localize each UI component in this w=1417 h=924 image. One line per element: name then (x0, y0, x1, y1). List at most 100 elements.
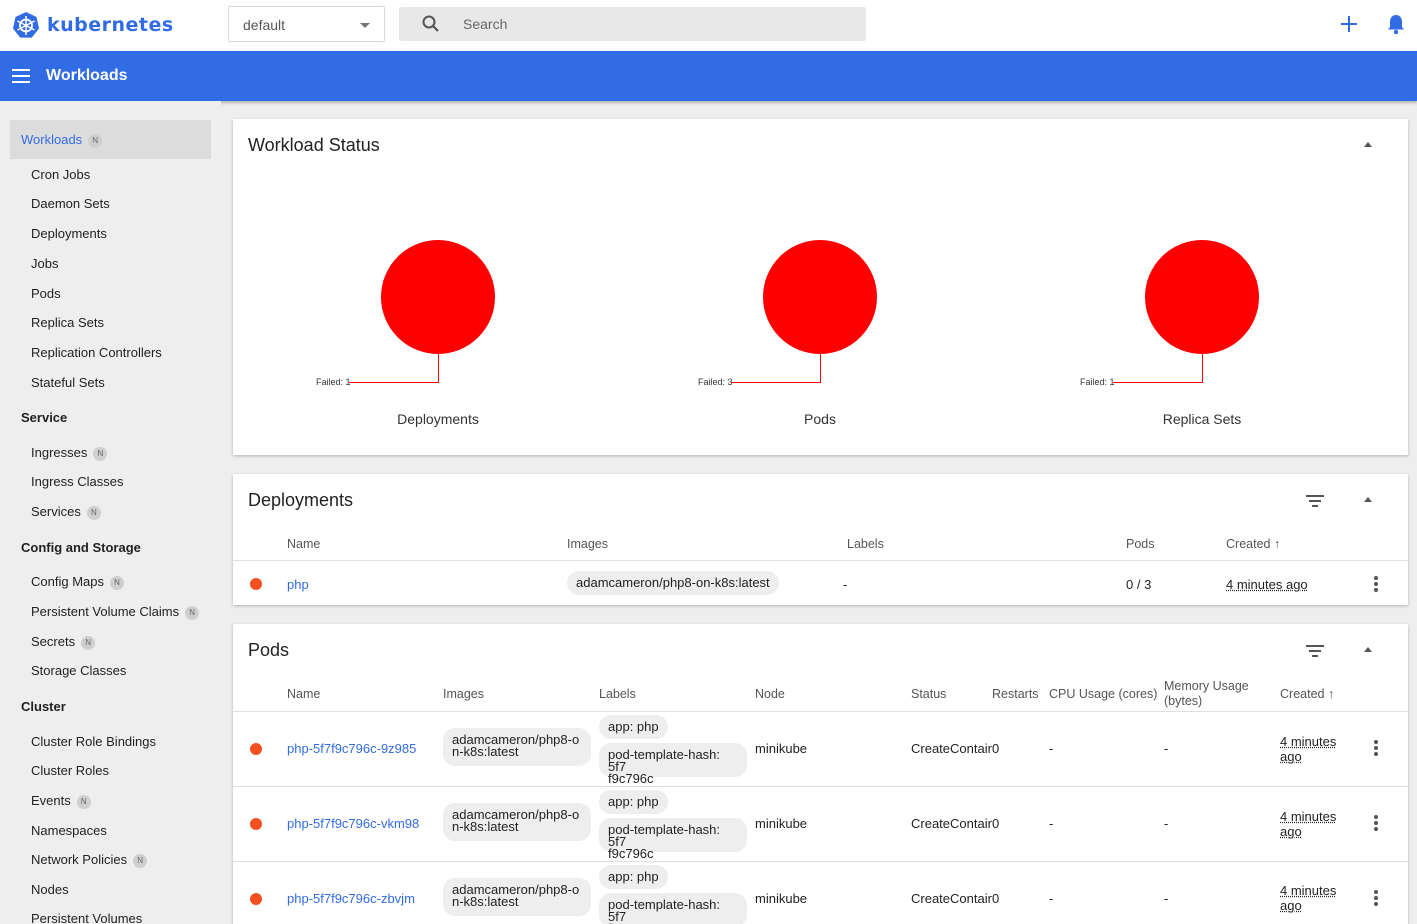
label-chip: pod-template-hash: 5f7f9c796c (599, 818, 747, 860)
chart-leader-line (1202, 354, 1203, 383)
more-actions-icon[interactable] (1374, 815, 1378, 833)
created-line: ago (1280, 749, 1302, 764)
status-error-icon (250, 893, 262, 905)
sidebar-item-persistent-volumes[interactable]: Persistent Volumes (31, 911, 142, 924)
failed-count-label: Failed: 1 (316, 377, 351, 387)
sidebar-item-ingresses[interactable]: Ingresses N (31, 445, 108, 461)
sidebar-section-service[interactable]: Service (21, 410, 67, 425)
filter-icon[interactable] (1306, 495, 1324, 507)
column-header-memory: Memory Usage (bytes) (1164, 679, 1249, 709)
pods-card: Pods Name Images Labels Node Status Rest… (233, 624, 1408, 924)
filter-icon[interactable] (1306, 645, 1324, 657)
search-input[interactable] (463, 7, 853, 41)
label-chip: app: php (599, 865, 668, 889)
sidebar-item-pods[interactable]: Pods (31, 286, 61, 301)
column-header-labels: Labels (847, 537, 884, 551)
sidebar-item-label: Config Maps (31, 574, 104, 589)
status-value: CreateContair (911, 741, 992, 756)
sidebar-item-replication-controllers[interactable]: Replication Controllers (31, 345, 162, 360)
divider (233, 711, 1408, 712)
column-header-restarts: Restarts (992, 687, 1039, 701)
notifications-bell-icon[interactable] (1385, 12, 1407, 36)
namespace-select[interactable]: default (228, 6, 385, 42)
sidebar-item-events[interactable]: Events N (31, 793, 91, 809)
kubernetes-wheel-icon (13, 12, 39, 38)
sidebar-item-label: Network Policies (31, 852, 128, 867)
cpu-value: - (1049, 891, 1054, 906)
sidebar-item-label: Ingresses (31, 445, 88, 460)
labels-value: - (843, 577, 848, 592)
more-actions-icon[interactable] (1374, 740, 1378, 758)
sidebar-item-nodes[interactable]: Nodes (31, 882, 69, 897)
card-title: Workload Status (248, 135, 380, 155)
pod-name-link[interactable]: php-5f7f9c796c-9z985 (287, 741, 416, 756)
column-header-created[interactable]: Created ↑ (1280, 687, 1334, 701)
image-chip: adamcameron/php8-on-k8s:latest (443, 803, 591, 841)
sidebar-item-namespaces[interactable]: Namespaces (31, 823, 107, 838)
sidebar-item-label: Secrets (31, 634, 76, 649)
sidebar-item-workloads[interactable]: Workloads N (10, 120, 211, 159)
sidebar-item-cluster-roles[interactable]: Cluster Roles (31, 763, 109, 778)
column-header-created[interactable]: Created ↑ (1226, 537, 1280, 551)
sidebar-section-config-storage[interactable]: Config and Storage (21, 540, 141, 555)
created-line: 4 minutes (1280, 883, 1337, 898)
menu-icon[interactable] (12, 69, 30, 83)
sidebar-item-network-policies[interactable]: Network Policies N (31, 852, 148, 868)
sidebar-item-cron-jobs[interactable]: Cron Jobs (31, 167, 90, 182)
sidebar-item-jobs[interactable]: Jobs (31, 256, 58, 271)
restarts-value: 0 (992, 891, 1000, 906)
chip-line: pod-template-hash: 5f7 (608, 822, 721, 849)
memory-value: - (1164, 741, 1169, 756)
namespaced-badge: N (86, 506, 101, 520)
sidebar-item-storage-classes[interactable]: Storage Classes (31, 663, 126, 678)
status-error-icon (250, 743, 262, 755)
chart-label: Pods (804, 411, 836, 427)
sidebar-item-label: Workloads (21, 132, 83, 147)
column-header-labels: Labels (599, 687, 636, 701)
status-value: CreateContair (911, 816, 992, 831)
search-icon[interactable] (421, 14, 441, 34)
node-value: minikube (755, 741, 808, 756)
image-chip: adamcameron/php8-on-k8s:latest (567, 571, 779, 595)
sidebar-item-stateful-sets[interactable]: Stateful Sets (31, 375, 105, 390)
column-header-line: Memory Usage (1164, 679, 1249, 693)
sidebar-item-label: Events (31, 793, 71, 808)
column-header-node: Node (755, 687, 785, 701)
more-actions-icon[interactable] (1374, 576, 1378, 594)
create-plus-icon[interactable] (1338, 13, 1360, 35)
chart-leader-line (1113, 382, 1203, 383)
collapse-caret-icon[interactable] (1364, 647, 1372, 652)
namespaced-badge: N (185, 606, 200, 620)
sidebar: Workloads N Cron Jobs Daemon Sets Deploym… (0, 101, 221, 924)
sidebar-section-cluster[interactable]: Cluster (21, 699, 66, 714)
sidebar-item-deployments[interactable]: Deployments (31, 226, 107, 241)
deployment-name-link[interactable]: php (287, 577, 309, 592)
sidebar-item-replica-sets[interactable]: Replica Sets (31, 315, 104, 330)
sidebar-item-persistent-volume-claims[interactable]: Persistent Volume Claims N (31, 604, 200, 620)
created-time: 4 minutes ago (1226, 577, 1308, 592)
sidebar-item-config-maps[interactable]: Config Maps N (31, 574, 124, 590)
image-chip: adamcameron/php8-on-k8s:latest (443, 728, 591, 766)
pods-count: 0 / 3 (1126, 577, 1152, 592)
more-actions-icon[interactable] (1374, 890, 1378, 908)
sidebar-item-secrets[interactable]: Secrets N (31, 634, 96, 650)
sidebar-item-services[interactable]: Services N (31, 504, 101, 520)
top-bar: kubernetes default (0, 0, 1417, 51)
column-header-label: Created (1280, 687, 1325, 701)
column-header-name[interactable]: Name (287, 537, 320, 551)
sidebar-item-ingress-classes[interactable]: Ingress Classes (31, 474, 123, 489)
pod-name-link[interactable]: php-5f7f9c796c-vkm98 (287, 816, 419, 831)
column-header-name[interactable]: Name (287, 687, 320, 701)
label-chip: app: php (599, 790, 668, 814)
collapse-caret-icon[interactable] (1364, 497, 1372, 502)
failed-count-label: Failed: 3 (698, 377, 733, 387)
chart-leader-line (438, 354, 439, 383)
node-value: minikube (755, 891, 808, 906)
divider (233, 861, 1408, 862)
sidebar-item-daemon-sets[interactable]: Daemon Sets (31, 196, 110, 211)
cpu-value: - (1049, 816, 1054, 831)
pod-name-link[interactable]: php-5f7f9c796c-zbvjm (287, 891, 415, 906)
sidebar-item-cluster-role-bindings[interactable]: Cluster Role Bindings (31, 734, 156, 749)
collapse-caret-icon[interactable] (1364, 142, 1372, 147)
kubernetes-logo[interactable]: kubernetes (12, 11, 174, 39)
